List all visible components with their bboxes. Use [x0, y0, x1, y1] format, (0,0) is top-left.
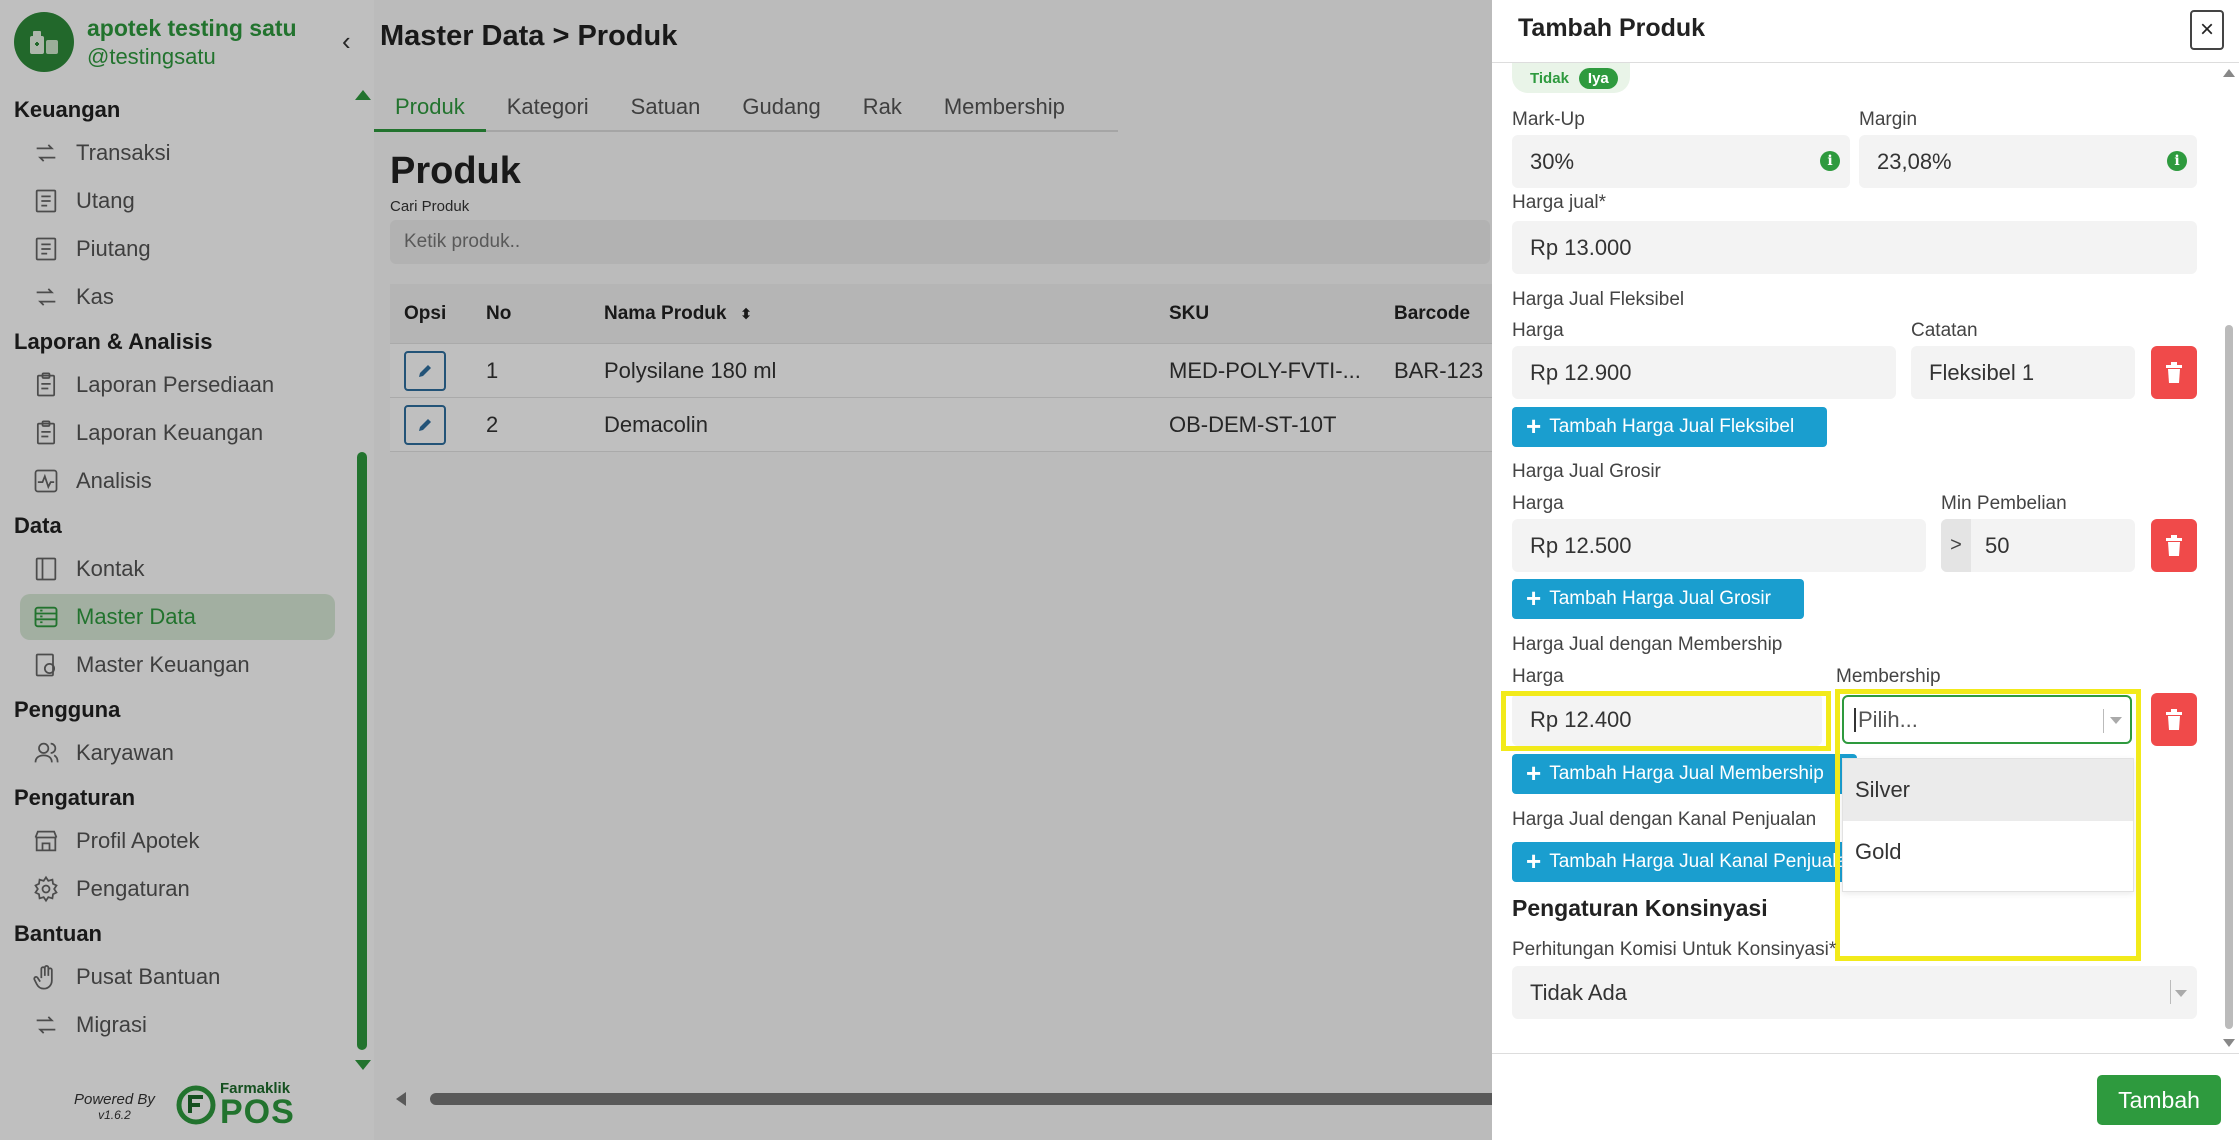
komisi-select[interactable]: Tidak Ada — [1512, 966, 2197, 1019]
markup-field[interactable]: 30% i — [1512, 135, 1850, 188]
price-toggle[interactable]: Tidak Iya — [1512, 63, 1630, 93]
close-icon[interactable]: × — [2190, 10, 2224, 50]
highlight-membership-box — [1835, 689, 2141, 961]
add-grosir-label: Tambah Harga Jual Grosir — [1549, 588, 1771, 609]
komisi-value: Tidak Ada — [1530, 979, 1628, 1005]
grosir-harga-label: Harga — [1512, 493, 1564, 514]
harga-jual-label: Harga jual* — [1512, 192, 1606, 213]
scroll-up-arrow-icon[interactable] — [2223, 69, 2235, 77]
fleksibel-catatan-field[interactable]: Fleksibel 1 — [1911, 346, 2135, 399]
grosir-harga-field[interactable]: Rp 12.500 — [1512, 519, 1926, 572]
markup-label: Mark-Up — [1512, 109, 1585, 130]
margin-label: Margin — [1859, 109, 1918, 130]
trash-icon — [2166, 708, 2182, 730]
add-grosir-button[interactable]: + Tambah Harga Jual Grosir — [1512, 579, 1804, 619]
delete-grosir-button[interactable] — [2151, 519, 2197, 572]
modal-footer-divider — [1492, 1053, 2239, 1054]
scrollbar-thumb[interactable] — [2225, 325, 2233, 1029]
fleksibel-harga-label: Harga — [1512, 320, 1564, 341]
trash-icon — [2166, 361, 2182, 383]
submit-button[interactable]: Tambah — [2097, 1075, 2221, 1125]
membership-select-label: Membership — [1836, 666, 1941, 687]
add-kanal-button[interactable]: + Tambah Harga Jual Kanal Penjualan — [1512, 842, 1857, 882]
modal-backdrop[interactable] — [0, 0, 1492, 1140]
grosir-min-label: Min Pembelian — [1941, 493, 2067, 514]
add-kanal-label: Tambah Harga Jual Kanal Penjualan — [1549, 851, 1857, 872]
add-fleksibel-button[interactable]: + Tambah Harga Jual Fleksibel — [1512, 407, 1827, 447]
chevron-down-icon[interactable] — [2175, 990, 2187, 997]
add-product-modal: Tambah Produk × Tidak Iya Mark-Up 30% i … — [1492, 0, 2239, 1140]
markup-value: 30% — [1530, 148, 1575, 174]
membership-title: Harga Jual dengan Membership — [1512, 634, 1783, 655]
grosir-min-field[interactable]: > 50 — [1941, 519, 2135, 572]
toggle-on-label[interactable]: Iya — [1578, 67, 1618, 89]
kanal-title: Harga Jual dengan Kanal Penjualan — [1512, 809, 1817, 830]
select-separator — [2170, 980, 2171, 1004]
fleksibel-title: Harga Jual Fleksibel — [1512, 289, 1685, 310]
plus-icon: + — [1526, 582, 1542, 613]
highlight-harga-box — [1501, 691, 1831, 751]
plus-icon: + — [1526, 845, 1542, 876]
add-fleksibel-label: Tambah Harga Jual Fleksibel — [1549, 416, 1795, 437]
info-icon[interactable]: i — [1820, 151, 1840, 171]
add-membership-button[interactable]: + Tambah Harga Jual Membership — [1512, 754, 1857, 794]
margin-field[interactable]: 23,08% i — [1859, 135, 2197, 188]
delete-fleksibel-button[interactable] — [2151, 346, 2197, 399]
scroll-down-arrow-icon[interactable] — [2223, 1039, 2235, 1047]
fleksibel-catatan-label: Catatan — [1911, 320, 1978, 341]
plus-icon: + — [1526, 757, 1542, 788]
trash-icon — [2166, 534, 2182, 556]
greater-than-chip: > — [1941, 519, 1971, 572]
grosir-harga-value: Rp 12.500 — [1530, 532, 1632, 558]
info-icon[interactable]: i — [2167, 151, 2187, 171]
add-membership-label: Tambah Harga Jual Membership — [1549, 763, 1824, 784]
komisi-label: Perhitungan Komisi Untuk Konsinyasi* — [1512, 939, 1837, 960]
margin-value: 23,08% — [1877, 148, 1952, 174]
fleksibel-catatan-value: Fleksibel 1 — [1929, 359, 2035, 385]
membership-harga-label: Harga — [1512, 666, 1564, 687]
delete-membership-button[interactable] — [2151, 693, 2197, 746]
grosir-title: Harga Jual Grosir — [1512, 461, 1661, 482]
fleksibel-harga-field[interactable]: Rp 12.900 — [1512, 346, 1896, 399]
grosir-min-value: 50 — [1985, 532, 2010, 558]
modal-body: Tidak Iya Mark-Up 30% i Margin 23,08% i … — [1492, 63, 2239, 1053]
toggle-off-label[interactable]: Tidak — [1530, 70, 1569, 87]
modal-scrollbar[interactable] — [2222, 63, 2236, 1053]
konsinyasi-title: Pengaturan Konsinyasi — [1512, 895, 1768, 921]
harga-jual-field[interactable]: Rp 13.000 — [1512, 221, 2197, 274]
plus-icon: + — [1526, 410, 1542, 441]
modal-title: Tambah Produk — [1518, 14, 1706, 42]
harga-jual-value: Rp 13.000 — [1530, 234, 1632, 260]
fleksibel-harga-value: Rp 12.900 — [1530, 359, 1632, 385]
